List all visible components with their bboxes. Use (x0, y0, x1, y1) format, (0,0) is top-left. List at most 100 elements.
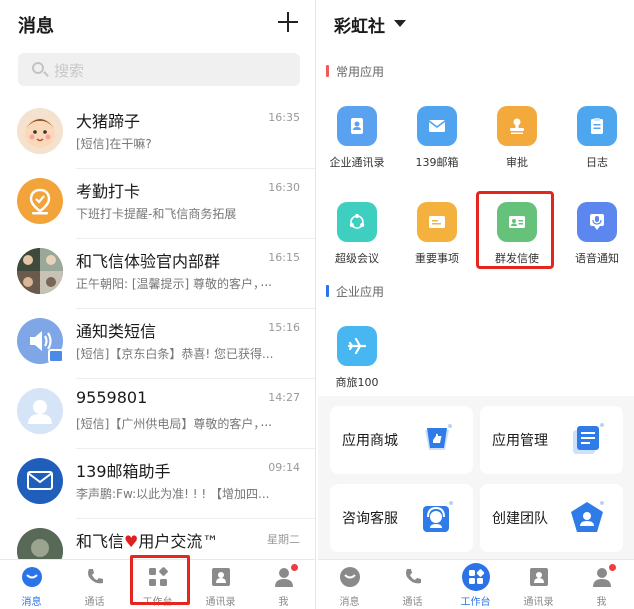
conversation-preview: [短信]在干嘛? (76, 137, 152, 151)
app-enterprise-contacts[interactable]: 企业通讯录 (318, 102, 396, 182)
card-app-store[interactable]: 应用商城 (330, 406, 473, 474)
card-label: 创建团队 (492, 511, 548, 527)
conversation-name: 139邮箱助手 (76, 462, 171, 481)
tab-calls[interactable]: 通话 (63, 560, 126, 609)
tab-messages[interactable]: 消息 (0, 560, 63, 609)
section-common-apps: 常用应用 (326, 63, 385, 80)
conversation-preview: [短信]【京东白条】恭喜! 您已获得... (76, 347, 274, 361)
conversation-item[interactable]: 通知类短信 15:16 [短信]【京东白条】恭喜! 您已获得... (0, 309, 315, 379)
pen-note-icon (417, 202, 457, 242)
conversation-time: 16:15 (268, 251, 300, 264)
workbench-header: 彩虹社 (318, 0, 634, 48)
conversation-name-part: 和飞信 (76, 532, 125, 551)
conversation-name-part: 用户交流™ (138, 532, 219, 551)
section-marker (326, 65, 329, 77)
conversation-preview: 下班打卡提醒-和飞信商务拓展 (76, 207, 237, 221)
tab-label: 我 (596, 597, 607, 608)
conversation-name: 和飞信体验官内部群 (76, 252, 221, 271)
conversation-time: 16:35 (268, 111, 300, 124)
bottom-tab-bar: 消息 通话 工作台 通讯录 我 (318, 559, 634, 609)
conversation-item[interactable]: 和飞信体验官内部群 16:15 正午朝阳: [温馨提示] 尊敬的客户， ... (0, 239, 315, 309)
truncation-dots: ... (260, 415, 272, 429)
conversation-time: 16:30 (268, 181, 300, 194)
clipboard-icon (577, 106, 617, 146)
workbench-screen: 彩虹社 常用应用 企业通讯录 139邮箱 审批 日志 超级会议 重要事项 群发信… (318, 0, 634, 609)
phone-icon (87, 569, 103, 584)
search-icon (32, 62, 44, 74)
highlight-box-workbench (130, 555, 190, 605)
conversation-item[interactable]: 大猪蹄子 16:35 [短信]在干嘛? (0, 99, 315, 169)
tab-contacts[interactable]: 通讯录 (507, 560, 570, 609)
app-voice-notice[interactable]: 语音通知 (558, 198, 634, 278)
conversation-name: 通知类短信 (76, 322, 157, 341)
app-label: 139邮箱 (415, 156, 459, 169)
meeting-icon (337, 202, 377, 242)
chat-bubble-icon (21, 567, 42, 587)
app-super-meeting[interactable]: 超级会议 (318, 198, 396, 278)
conversation-time: 14:27 (268, 391, 300, 404)
microphone-icon (577, 202, 617, 242)
search-placeholder: 搜索 (54, 62, 85, 80)
card-customer-service[interactable]: 咨询客服 (330, 484, 473, 552)
app-approval[interactable]: 审批 (478, 102, 556, 182)
conversation-item[interactable]: 139邮箱助手 09:14 李声鹏:Fw:以此为准! ! ! 【增加四... (0, 449, 315, 519)
notification-dot (609, 564, 616, 571)
conversation-name: 考勤打卡 (76, 182, 141, 201)
tab-workbench[interactable]: 工作台 (444, 560, 507, 609)
tab-messages[interactable]: 消息 (318, 560, 381, 609)
mail-icon (17, 458, 63, 504)
card-create-team[interactable]: 创建团队 (480, 484, 623, 552)
card-app-management[interactable]: 应用管理 (480, 406, 623, 474)
team-title[interactable]: 彩虹社 (334, 12, 385, 37)
tab-me[interactable]: 我 (570, 560, 633, 609)
contacts-icon (211, 568, 230, 586)
tab-me[interactable]: 我 (252, 560, 315, 609)
location-pin-icon (17, 178, 63, 224)
tab-calls[interactable]: 通话 (381, 560, 444, 609)
app-label: 日志 (586, 156, 608, 169)
conversation-time: 星期二 (267, 533, 300, 546)
card-label: 应用商城 (342, 433, 398, 449)
add-plus-icon[interactable] (276, 10, 300, 34)
conversation-name: 和飞信♥用户交流™ (76, 528, 218, 552)
app-label: 语音通知 (575, 252, 619, 265)
grid-icon (461, 563, 490, 591)
section-title: 常用应用 (336, 65, 385, 79)
chat-bubble-icon (339, 567, 360, 587)
app-label: 重要事项 (415, 252, 459, 265)
app-label: 企业通讯录 (329, 156, 385, 169)
tab-contacts[interactable]: 通讯录 (189, 560, 252, 609)
avatar (17, 108, 63, 154)
messages-screen: 消息 搜索 大猪蹄子 16:35 [短信]在干嘛? 考勤打卡 16:30 下班打… (0, 0, 316, 609)
tab-label: 通讯录 (205, 597, 236, 608)
app-label: 超级会议 (335, 252, 379, 265)
contact-book-icon (337, 106, 377, 146)
app-log[interactable]: 日志 (558, 102, 634, 182)
page-title: 消息 (18, 16, 54, 37)
app-store-icon (425, 424, 452, 450)
tab-label: 消息 (339, 597, 360, 608)
section-marker (326, 285, 329, 297)
conversation-name: 9559801 (76, 388, 148, 407)
search-input[interactable]: 搜索 (18, 53, 300, 86)
group-avatar (17, 248, 63, 294)
conversation-preview: [短信]【广州供电局】尊敬的客户， (76, 417, 266, 431)
tab-label: 我 (278, 597, 289, 608)
conversation-preview: 正午朝阳: [温馨提示] 尊敬的客户， (76, 277, 266, 291)
person-icon (17, 388, 63, 434)
sms-badge-icon (48, 349, 64, 363)
tab-label: 工作台 (460, 597, 491, 608)
create-team-icon (571, 501, 604, 532)
app-important-items[interactable]: 重要事项 (398, 198, 476, 278)
app-139-mail[interactable]: 139邮箱 (398, 102, 476, 182)
tab-label: 通话 (84, 597, 105, 608)
conversation-item[interactable]: 考勤打卡 16:30 下班打卡提醒-和飞信商务拓展 (0, 169, 315, 239)
app-travel-100[interactable]: 商旅100 (318, 322, 396, 402)
chevron-down-icon[interactable] (394, 20, 406, 27)
stamp-icon (497, 106, 537, 146)
tab-label: 通话 (402, 597, 423, 608)
app-label: 审批 (506, 156, 528, 169)
airplane-icon (337, 326, 377, 366)
section-title: 企业应用 (336, 285, 385, 299)
conversation-item[interactable]: 9559801 14:27 [短信]【广州供电局】尊敬的客户， ... (0, 379, 315, 449)
